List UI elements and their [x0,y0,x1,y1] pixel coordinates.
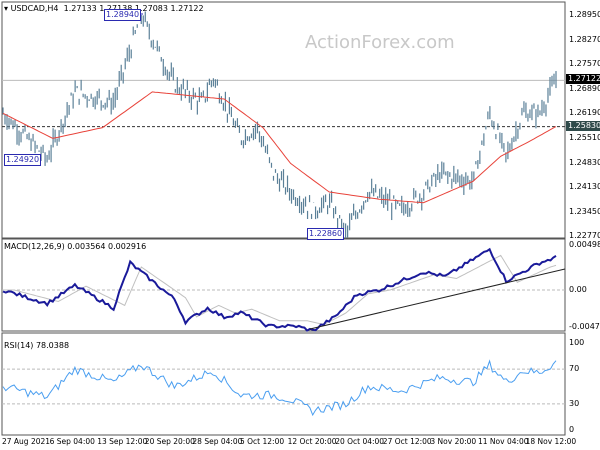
time-tick: 13 Sep 12:00 [97,437,148,446]
macd-axis-zero: 0.00 [569,285,587,294]
rsi-axis-70: 70 [569,364,580,373]
price-tick: 1.24130 [569,182,600,192]
price-tick: 1.26890 [569,83,600,93]
price-tick: 1.27570 [569,59,600,69]
price-tick: 1.28950 [569,10,600,19]
price-tick: 1.25510 [569,133,600,142]
chart-canvas [1,1,566,436]
time-tick: 5 Oct 12:00 [240,437,285,446]
time-tick: 20 Sep 20:00 [144,437,195,446]
macd-label: MACD(12,26,9) 0.003564 0.002916 [4,242,147,251]
time-tick: 12 Oct 20:00 [287,437,337,446]
time-tick: 27 Aug 2021 [2,437,51,446]
price-tick: 1.23450 [569,206,600,216]
price-tick: 1.24830 [569,157,600,167]
time-tick: 18 Nov 12:00 [525,437,577,446]
high-annotation: 1.28940 [104,9,142,21]
macd-axis-top: 0.00498 [569,240,600,249]
time-tick: 3 Nov 20:00 [430,437,477,446]
macd-trendline [309,268,566,330]
time-tick: 11 Nov 04:00 [478,437,529,446]
panel-frame [1,1,566,239]
time-tick: 6 Sep 04:00 [49,437,95,446]
panel-frame [1,332,566,436]
time-tick: 28 Sep 04:00 [192,437,243,446]
symbol: USDCAD,H4 [10,4,59,13]
low-annotation-2: 1.22860 [307,228,345,240]
last-price-tag: 1.27122 [566,74,600,84]
price-tick: 1.26190 [569,108,600,118]
price-tick: 1.28270 [569,34,600,44]
rsi-axis-30: 30 [569,399,580,408]
rsi-axis-100: 100 [569,338,585,347]
time-tick: 20 Oct 04:00 [335,437,385,446]
macd-axis-bottom: -0.004723 [569,322,600,331]
rsi-label: RSI(14) 78.0388 [4,341,70,350]
panel-frame [1,238,566,332]
level-price-tag: 1.25830 [566,121,600,131]
rsi-axis-0: 0 [569,425,575,434]
time-tick: 27 Oct 12:00 [382,437,432,446]
low-annotation-1: 1.24920 [4,154,42,166]
watermark: ActionForex.com [305,32,455,53]
